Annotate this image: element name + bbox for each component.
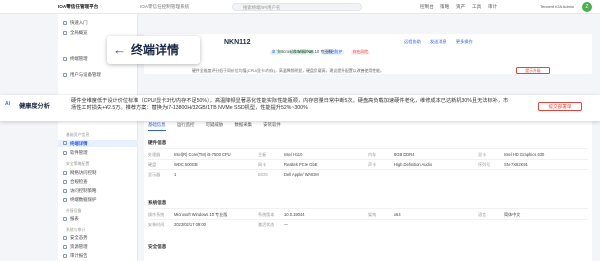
submit-deploy-button[interactable]: 提交部署单 [538,102,582,111]
status-badge: 存在风险 [350,50,370,55]
system-field: 语言 简体中文 [478,212,521,217]
divider [148,219,588,220]
upgrade-prompt-button[interactable]: 提示升级 [516,67,550,74]
remote-assist-link[interactable]: 远程协助 [404,39,421,44]
system-field: 激活状态 — [258,222,289,227]
divider [148,148,588,149]
sidebar-item[interactable]: 终端数据保护 [58,197,138,203]
divider [148,208,588,209]
health-analysis-title: 健康度分析 [19,103,50,110]
divider [148,169,588,170]
sidebar-item[interactable]: 访问控制策略 [58,188,138,194]
audit-icon [63,254,67,258]
hardware-field: 显卡 Intel HD Graphics 630 [478,152,545,157]
top-menu-item[interactable]: 工具 [472,0,481,14]
users-icon [63,73,67,77]
avatar[interactable]: Z [582,2,592,12]
resource-icon [63,245,67,249]
send-message-link[interactable]: 发送消息 [430,39,447,44]
home-icon [63,21,67,25]
sidebar-section: 外接设备 [66,208,82,213]
hardware-field: 内存 8GB DDR4 [368,152,415,157]
back-arrow-icon[interactable]: ← [113,36,126,64]
hardware-field: 声卡 High Definition Audio [368,162,433,167]
hardware-field: 处理器 Intel(R) Core(TM) i5-7500 CPU [148,152,231,157]
sidebar-item[interactable]: 合规检查 [58,179,138,185]
sidebar-section: 安全策略配置 [66,161,90,166]
software-icon [63,151,67,155]
tab-installed-software[interactable]: 安装软件 [263,122,281,130]
sidebar-item[interactable]: 安全态势 [58,235,138,241]
dashboard-icon [63,31,67,35]
sidebar-item-terminal-detail[interactable]: 终端详情 [58,140,138,147]
ai-icon: AI [5,101,10,107]
more-actions-link[interactable]: 更多操作 [456,39,473,44]
terminal-icon [63,57,67,61]
hardware-field: 主板 Intel H110 [258,152,303,157]
sidebar-section: 系统与审计 [66,227,86,232]
top-menu-item[interactable]: 控制台 [420,0,434,14]
sidebar-item[interactable]: 报表 [58,216,138,222]
product-brand: IOA零信任管理平台 [58,4,99,9]
system-section-title: 系统信息 [148,200,167,205]
detail-icon [63,141,67,145]
sidebar-item[interactable]: 审计报告 [58,253,138,259]
sidebar-item[interactable]: 用户与设备管理 [58,72,138,78]
tab-basic-info[interactable]: 基础信息 [148,122,166,131]
device-name: NKN112 [224,39,251,46]
page-title-callout: ← 终端详情 [107,36,200,64]
system-field: 操作系统 Microsoft Windows 10 专业版 [148,212,228,217]
user-name[interactable]: Tencent IOA Admin [540,0,574,14]
sidebar-section: 基础资产信息 [66,132,90,137]
top-menu-item[interactable]: 审计 [488,0,497,14]
divider [148,159,588,160]
system-field: 安装时间 2023/02/17 09:00 [148,222,206,227]
device-os: ⊞ Microsoft Windows 10 专业版 [270,49,333,55]
global-search-input[interactable]: 搜索终端/IP/用户名 [232,3,362,11]
system-field: 架构 x64 [368,212,401,217]
callout-title: 终端详情 [131,43,180,57]
top-menu-item[interactable]: 资产 [456,0,465,14]
device-actions: 远程协助 发送消息 更多操作 [404,39,481,45]
top-navigation-bar: IOA零信任管理平台 IOA零信任控制管理系统 搜索终端/IP/用户名 控制台 … [0,0,600,14]
hardware-field: 网卡 Realtek PCIe GbE [258,162,318,167]
hardware-field: 序列号 SN-7X82K91 [478,162,528,167]
health-analysis-card: AI 健康度分析 硬件全维度低于设计价位标准（CPU/显卡3代/内存不足50%）… [0,95,600,121]
top-menu-item[interactable]: 策略 [440,0,449,14]
lock-icon [63,189,67,193]
hardware-field: 硬盘 WDC 500GB [148,162,198,167]
check-icon [63,180,67,184]
shield-icon [63,198,67,202]
sidebar-item[interactable]: 快速入门 [58,20,138,26]
report-icon [63,217,67,221]
security-section-title: 安全信息 [148,244,167,249]
tab-runtime-monitor[interactable]: 运行监控 [177,122,195,130]
detail-panel: 基础信息 运行监控 可疑威胁 数据采集 安装软件 硬件信息 处理器 Intel(R… [144,118,592,261]
device-health-summary: 硬件全维度评分低于同价位均值(CPU/显卡/内存)，高温降频明显，硬盘负载高，建… [192,68,384,73]
tab-threats[interactable]: 可疑威胁 [206,122,224,130]
detail-tabs: 基础信息 运行监控 可疑威胁 数据采集 安装软件 [148,122,291,132]
device-header-card: NKN112 在线 已安装客户端 已开启防护 存在风险 远程协助 发送消息 更多… [144,34,592,74]
health-analysis-text: 硬件全维度低于设计价位标准（CPU/显卡3代/内存不足50%），高温降频显著恶化… [71,98,509,112]
tab-data-collection[interactable]: 数据采集 [234,122,252,130]
hardware-field: BIOS Dell Apple/ WAIDM [258,172,319,177]
hardware-field: 显示器 1 [148,172,177,177]
system-name: IOA零信任控制管理系统 [140,4,190,9]
system-field: 系统版本 10.0.19044 [258,212,305,217]
network-icon [63,171,67,175]
alert-icon [63,236,67,240]
sidebar-item[interactable]: 软件管理 [58,150,138,156]
sidebar-item[interactable]: 网络访问控制 [58,170,138,176]
hardware-section-title: 硬件信息 [148,140,167,145]
sidebar-item[interactable]: 资源管理 [58,244,138,250]
windows-icon: ⊞ [270,50,278,55]
app-window: IOA零信任管理平台 IOA零信任控制管理系统 搜索终端/IP/用户名 控制台 … [0,0,600,261]
